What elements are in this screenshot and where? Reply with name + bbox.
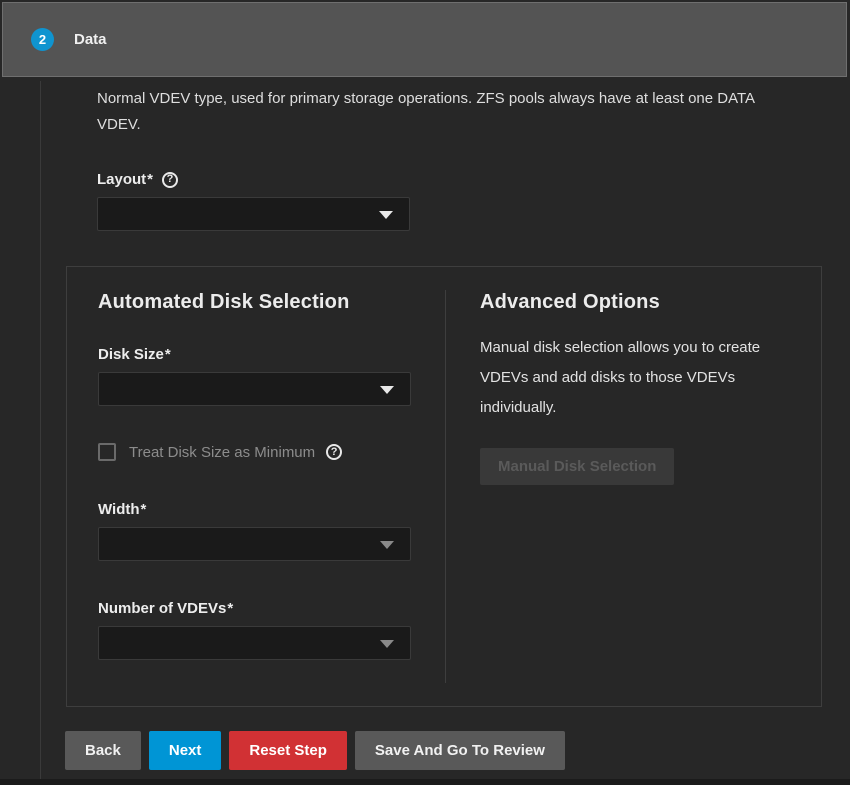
number-of-vdevs-select[interactable]: [98, 626, 411, 660]
chevron-down-icon: [380, 386, 394, 394]
advanced-options-description: Manual disk selection allows you to crea…: [480, 333, 785, 423]
disk-selection-panel: Automated Disk Selection Disk Size* Trea…: [66, 266, 822, 707]
chevron-down-icon: [380, 541, 394, 549]
automated-disk-selection-section: Automated Disk Selection Disk Size* Trea…: [67, 267, 445, 706]
width-select[interactable]: [98, 527, 411, 561]
step-number-badge: 2: [31, 28, 54, 51]
layout-select[interactable]: [97, 197, 410, 231]
treat-disk-size-checkbox[interactable]: [98, 443, 116, 461]
width-field: Width*: [98, 501, 445, 561]
bottom-strip: [0, 779, 850, 785]
reset-step-button[interactable]: Reset Step: [229, 731, 347, 770]
required-marker: *: [147, 171, 153, 188]
help-icon[interactable]: ?: [162, 172, 178, 188]
step-header[interactable]: 2 Data: [2, 2, 847, 77]
number-of-vdevs-label: Number of VDEVs*: [98, 600, 233, 617]
next-button[interactable]: Next: [149, 731, 222, 770]
required-marker: *: [227, 600, 233, 617]
chevron-down-icon: [379, 211, 393, 219]
manual-disk-selection-button[interactable]: Manual Disk Selection: [480, 448, 674, 485]
wizard-actions: Back Next Reset Step Save And Go To Revi…: [65, 731, 850, 770]
step-title: Data: [74, 31, 107, 48]
treat-disk-size-label: Treat Disk Size as Minimum: [129, 444, 315, 461]
disk-size-label: Disk Size*: [98, 346, 171, 363]
save-and-go-to-review-button[interactable]: Save And Go To Review: [355, 731, 565, 770]
layout-label: Layout*: [97, 171, 153, 188]
required-marker: *: [141, 501, 147, 518]
number-of-vdevs-field: Number of VDEVs*: [98, 600, 445, 660]
disk-size-field: Disk Size*: [98, 346, 445, 406]
chevron-down-icon: [380, 640, 394, 648]
help-icon[interactable]: ?: [326, 444, 342, 460]
required-marker: *: [165, 346, 171, 363]
advanced-options-heading: Advanced Options: [480, 291, 821, 314]
disk-size-select[interactable]: [98, 372, 411, 406]
width-label: Width*: [98, 501, 146, 518]
treat-disk-size-row: Treat Disk Size as Minimum ?: [98, 443, 445, 461]
automated-disk-selection-heading: Automated Disk Selection: [98, 291, 445, 314]
advanced-options-section: Advanced Options Manual disk selection a…: [446, 267, 821, 706]
layout-field: Layout* ?: [97, 171, 850, 231]
step-description: Normal VDEV type, used for primary stora…: [97, 86, 790, 138]
back-button[interactable]: Back: [65, 731, 141, 770]
